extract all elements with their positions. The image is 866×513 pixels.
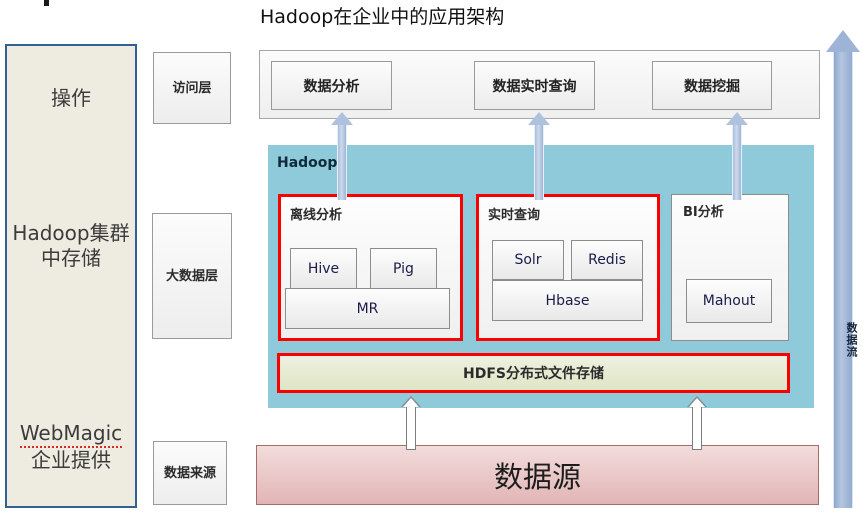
left-column-item-hadoop-storage: Hadoop集群中存储 [12, 221, 130, 270]
arrow-shaft [833, 49, 853, 508]
webmagic-sublabel: 企业提供 [31, 448, 111, 472]
up-arrow-icon-realtime-to-query [528, 112, 550, 200]
arrow-shaft [732, 124, 742, 200]
arrow-head [826, 30, 860, 52]
chip-solr[interactable]: Solr [492, 240, 564, 280]
up-arrow-icon-source-to-hdfs-left [401, 396, 421, 450]
layer-label-access: 访问层 [153, 52, 231, 124]
left-column-item-operation: 操作 [51, 86, 91, 110]
arrow-head-inner [689, 398, 705, 407]
stray-mark [44, 0, 49, 6]
data-source-bar[interactable]: 数据源 [256, 445, 819, 505]
arrow-shaft [692, 405, 702, 450]
arrow-shaft [406, 405, 416, 450]
access-box-data-analysis[interactable]: 数据分析 [271, 61, 392, 110]
left-column-item-webmagic: WebMagic 企业提供 [7, 421, 135, 473]
data-flow-label: 数据流 [845, 322, 858, 358]
left-description-column: 操作 Hadoop集群中存储 WebMagic 企业提供 [5, 44, 137, 508]
up-arrow-icon-source-to-hdfs-right [687, 396, 707, 450]
group-title-offline-analysis: 离线分析 [290, 208, 343, 223]
group-title-bi-analysis: BI分析 [683, 205, 724, 220]
chip-mahout[interactable]: Mahout [686, 279, 772, 323]
arrow-shaft [534, 124, 544, 200]
access-box-data-mining[interactable]: 数据挖掘 [652, 61, 772, 110]
access-layer-container: 数据分析 数据实时查询 数据挖掘 [259, 50, 820, 119]
chip-redis[interactable]: Redis [571, 240, 643, 280]
arrow-head [331, 112, 353, 125]
layer-label-datasource: 数据来源 [153, 441, 227, 505]
chip-hbase[interactable]: Hbase [492, 280, 643, 321]
hadoop-panel-label: Hadoop [277, 155, 338, 171]
group-title-realtime-query: 实时查询 [488, 208, 541, 223]
chip-mr[interactable]: MR [285, 288, 450, 329]
up-arrow-icon-offline-to-analysis [331, 112, 353, 200]
chip-hive[interactable]: Hive [290, 248, 357, 289]
webmagic-label: WebMagic [19, 421, 123, 448]
access-box-realtime-query[interactable]: 数据实时查询 [474, 61, 595, 110]
page-title: Hadoop在企业中的应用架构 [260, 6, 505, 28]
hdfs-storage-bar[interactable]: HDFS分布式文件存储 [277, 353, 790, 393]
layer-label-bigdata: 大数据层 [152, 213, 232, 339]
up-arrow-icon-bi-to-mining [726, 112, 748, 200]
arrow-head [726, 112, 748, 125]
arrow-head-inner [403, 398, 419, 407]
chip-pig[interactable]: Pig [370, 248, 437, 289]
arrow-head [528, 112, 550, 125]
data-flow-arrow-icon [826, 30, 860, 508]
arrow-shaft [337, 124, 347, 200]
